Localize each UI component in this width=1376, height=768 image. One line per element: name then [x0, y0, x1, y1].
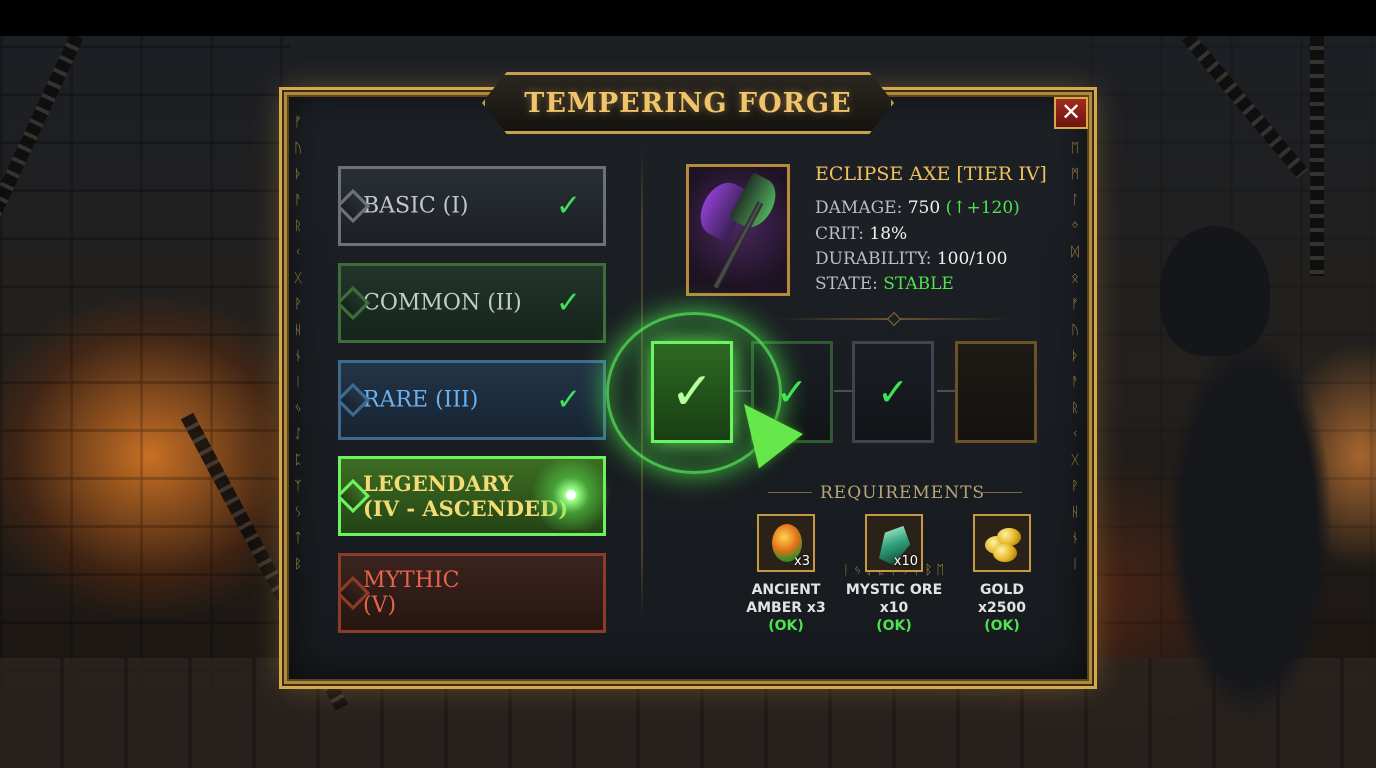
- temper-slot-3[interactable]: ✓: [852, 341, 934, 443]
- tier-common-button[interactable]: COMMON (II) ✓: [338, 263, 606, 343]
- stat-bonus: (↑+120): [945, 198, 1020, 218]
- requirement-name-line1: GOLD: [980, 582, 1024, 598]
- stat-value: 100/100: [936, 249, 1008, 269]
- coin-shape: [997, 528, 1021, 546]
- close-button[interactable]: ✕: [1054, 97, 1088, 129]
- requirement-name-line1: MYSTIC ORE: [845, 582, 943, 598]
- rune-border-right: ᛒᛖᛗᛚᛜᛞᛟᚠᚢᚦᚨᚱᚲᚷᚹᚺᚾᛁ: [1071, 115, 1079, 572]
- requirement-name-line2: x10: [879, 600, 909, 616]
- stat-state: STATE: STABLE: [815, 274, 954, 294]
- tier-basic-button[interactable]: BASIC (I) ✓: [338, 166, 606, 246]
- tier-label-line1: MYTHIC: [363, 568, 460, 593]
- requirement-name-line2: x2500: [978, 600, 1026, 616]
- stat-label: STATE:: [815, 274, 878, 294]
- requirement-name: GOLD x2500: [947, 581, 1057, 617]
- item-quantity: x10: [893, 554, 918, 569]
- ornament-line: [768, 492, 812, 493]
- tier-label-line2: (V): [363, 593, 397, 618]
- ornament-line: [978, 492, 1022, 493]
- gold-icon: [973, 514, 1031, 572]
- requirement-name: MYSTIC ORE x10: [839, 581, 949, 617]
- item-portrait: [686, 164, 790, 296]
- ore-icon: x10: [865, 514, 923, 572]
- check-icon: ✓: [555, 285, 581, 321]
- stat-label: DURABILITY:: [815, 249, 932, 269]
- sparkle-icon: [526, 460, 616, 530]
- stat-label: DAMAGE:: [815, 198, 903, 218]
- slot-connector: [834, 390, 852, 392]
- tier-rare-button[interactable]: RARE (III) ✓: [338, 360, 606, 440]
- requirement-name-line2: AMBER x3: [746, 600, 826, 616]
- tier-mythic-button[interactable]: MYTHIC (V): [338, 553, 606, 633]
- tier-label: BASIC (I): [363, 193, 469, 219]
- temper-slot-1[interactable]: ✓: [651, 341, 733, 443]
- temper-slot-4[interactable]: [955, 341, 1037, 443]
- top-letterbox: [0, 0, 1376, 36]
- stat-damage: DAMAGE: 750 (↑+120): [815, 198, 1020, 218]
- tier-label: COMMON (II): [363, 290, 522, 316]
- requirement-status: (OK): [768, 618, 804, 634]
- title-plate: TEMPERING FORGE: [482, 72, 894, 134]
- requirement-status: (OK): [876, 618, 912, 634]
- requirements-title: REQUIREMENTS: [820, 483, 986, 503]
- requirement-name-line1: ANCIENT: [751, 582, 821, 598]
- tier-label-line1: LEGENDARY: [363, 471, 514, 496]
- check-icon: ✓: [555, 382, 581, 418]
- rune-border-left: ᚠᚢᚦᚨᚱᚲᚷᚹᚺᚾᛁᛃᛇᛈᛉᛊᛏᛒ: [294, 115, 302, 572]
- window-title: TEMPERING FORGE: [524, 87, 852, 119]
- stat-crit: CRIT: 18%: [815, 224, 907, 244]
- stat-value: 18%: [869, 224, 908, 244]
- tier-label: MYTHIC (V): [363, 568, 459, 618]
- coin-shape: [993, 544, 1017, 562]
- amber-icon: x3: [757, 514, 815, 572]
- blacksmith-hood: [1160, 226, 1270, 356]
- item-quantity: x3: [794, 554, 810, 569]
- requirement-name: ANCIENT AMBER x3: [731, 581, 841, 617]
- stat-label: CRIT:: [815, 224, 864, 244]
- stat-value: STABLE: [883, 274, 954, 294]
- check-icon: ✓: [555, 188, 581, 224]
- slot-connector: [937, 390, 955, 392]
- requirement-status: (OK): [984, 618, 1020, 634]
- stat-value: 750: [907, 198, 941, 218]
- item-name: ECLIPSE AXE [TIER IV]: [815, 163, 1047, 185]
- stat-durability: DURABILITY: 100/100: [815, 249, 1007, 269]
- tier-label: RARE (III): [363, 387, 479, 413]
